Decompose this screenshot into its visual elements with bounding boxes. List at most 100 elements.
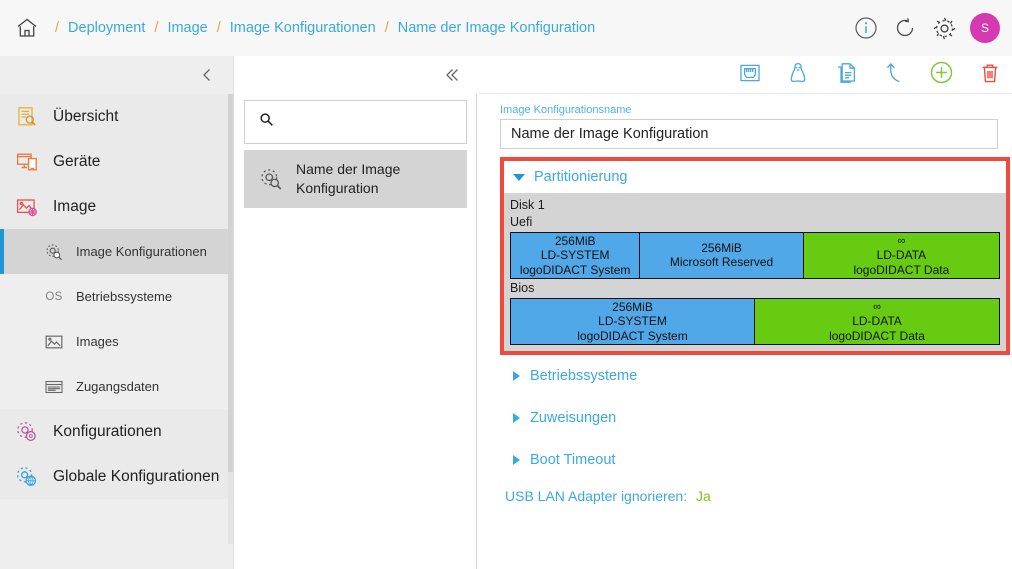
list-panel-body: Name der Image Konfiguration <box>234 94 477 208</box>
config-gear-icon <box>14 419 40 445</box>
sidebar-item-image[interactable]: Image <box>0 184 234 229</box>
devices-monitor-phone-icon <box>14 149 40 175</box>
chevron-right-icon <box>513 371 520 381</box>
partition-size: 256MiB <box>701 241 742 255</box>
sidebar-item-label: Konfigurationen <box>53 422 162 440</box>
partition-description: logoDIDACT Data <box>853 262 950 277</box>
partition-block[interactable]: ∞ LD-DATA logoDIDACT Data <box>755 299 999 344</box>
top-bar: / Deployment / Image / Image Konfigurati… <box>0 0 1012 56</box>
section-boot-timeout[interactable]: Boot Timeout <box>500 439 1000 481</box>
avatar[interactable]: S <box>970 13 1000 43</box>
section-betriebssysteme[interactable]: Betriebssysteme <box>500 355 1000 397</box>
section-zuweisungen[interactable]: Zuweisungen <box>500 397 1000 439</box>
copy-documents-icon[interactable] <box>833 60 858 85</box>
bios-partition-row: 256MiB LD-SYSTEM logoDIDACT System ∞ LD-… <box>510 298 1000 345</box>
partition-name: LD-SYSTEM <box>540 247 610 262</box>
main-panel: Image Konfigurationsname Partitionierung… <box>451 56 1012 569</box>
network-port-icon[interactable] <box>737 60 762 85</box>
linux-penguin-icon[interactable] <box>785 60 810 85</box>
breadcrumb-item-image-konfigurationen[interactable]: Image Konfigurationen <box>228 20 378 36</box>
list-item-label: Name der Image Konfiguration <box>296 161 401 196</box>
sidebar-item-geraete[interactable]: Geräte <box>0 139 234 184</box>
sidebar-header <box>0 56 234 94</box>
global-gear-globe-icon <box>14 464 40 490</box>
disk-area: Disk 1 Uefi 256MiB LD-SYSTEM logoDIDACT … <box>504 193 1006 351</box>
main-body: Image Konfigurationsname Partitionierung… <box>478 94 1012 504</box>
partitionierung-section-header[interactable]: Partitionierung <box>504 161 1006 193</box>
os-text-icon: OS <box>45 290 63 303</box>
sidebar-item-label: Betriebssysteme <box>76 289 173 304</box>
usb-lan-adapter-row: USB LAN Adapter ignorieren: Ja <box>500 488 1000 504</box>
search-box[interactable] <box>244 100 467 144</box>
chevron-right-icon <box>513 413 520 423</box>
partition-block[interactable]: 256MiB LD-SYSTEM logoDIDACT System <box>511 299 755 344</box>
sidebar-item-zugangsdaten[interactable]: Zugangsdaten <box>0 364 234 409</box>
partition-description: logoDIDACT System <box>519 262 631 277</box>
credentials-card-icon <box>44 377 64 397</box>
list-item[interactable]: Name der Image Konfiguration <box>244 150 467 208</box>
home-icon[interactable] <box>10 11 44 45</box>
partition-size: ∞ <box>873 300 881 313</box>
sidebar-item-konfigurationen[interactable]: Konfigurationen <box>0 409 234 454</box>
partition-block[interactable]: 256MiB LD-SYSTEM logoDIDACT System <box>511 233 641 278</box>
breadcrumb-separator-3: / <box>384 20 389 36</box>
sidebar-item-globale-konfigurationen[interactable]: Globale Konfigurationen <box>0 454 234 499</box>
top-bar-actions: S <box>853 0 1000 56</box>
undo-arrow-icon[interactable] <box>881 60 906 85</box>
sidebar-item-image-konfigurationen[interactable]: Image Konfigurationen <box>0 229 234 274</box>
section-title: Boot Timeout <box>530 452 616 468</box>
info-icon[interactable] <box>853 15 879 41</box>
refresh-icon[interactable] <box>892 15 918 41</box>
search-input[interactable] <box>284 113 464 131</box>
sidebar-nav: Übersicht Geräte Image Image Konfigurati… <box>0 94 234 499</box>
sidebar-item-betriebssysteme[interactable]: OS Betriebssysteme <box>0 274 234 319</box>
breadcrumb-item-current[interactable]: Name der Image Konfiguration <box>396 20 597 36</box>
list-panel-header <box>234 56 477 94</box>
partition-block[interactable]: 256MiB Microsoft Reserved <box>640 233 804 278</box>
sidebar-item-label: Image <box>53 197 97 215</box>
trash-icon[interactable] <box>977 60 1002 85</box>
list-panel: Name der Image Konfiguration <box>234 56 477 569</box>
sidebar: Übersicht Geräte Image Image Konfigurati… <box>0 56 234 569</box>
list-panel-divider <box>476 94 477 569</box>
partition-block[interactable]: ∞ LD-DATA logoDIDACT Data <box>803 233 999 278</box>
partition-size: 256MiB <box>554 233 596 248</box>
disk-label: Disk 1 <box>510 198 545 212</box>
usb-lan-adapter-value: Ja <box>696 488 711 504</box>
breadcrumb-item-image[interactable]: Image <box>165 20 209 36</box>
sidebar-item-uebersicht[interactable]: Übersicht <box>0 94 234 139</box>
partition-name: LD-DATA <box>852 313 902 328</box>
sidebar-item-label: Image Konfigurationen <box>76 244 207 259</box>
sidebar-collapse-chevron-left-icon[interactable] <box>196 64 218 86</box>
breadcrumb-item-deployment[interactable]: Deployment <box>66 20 147 36</box>
sidebar-item-label: Geräte <box>53 152 101 170</box>
chevron-down-icon <box>513 173 525 181</box>
image-gear-icon <box>14 194 40 220</box>
sidebar-item-label: Images <box>76 334 119 349</box>
sidebar-item-label: Übersicht <box>53 107 119 125</box>
image-configuration-name-input[interactable] <box>500 119 998 149</box>
back-chevron-left-icon[interactable] <box>444 64 466 86</box>
gear-icon[interactable] <box>931 15 957 41</box>
breadcrumb-separator-0: / <box>55 20 60 36</box>
section-title: Betriebssysteme <box>530 368 638 384</box>
partition-description: logoDIDACT System <box>577 328 688 343</box>
usb-lan-adapter-label: USB LAN Adapter ignorieren: <box>505 488 688 504</box>
sidebar-item-label: Globale Konfigurationen <box>53 467 220 485</box>
main-toolbar-actions <box>737 60 1002 85</box>
partition-name: LD-SYSTEM <box>598 313 667 328</box>
partition-description: logoDIDACT Data <box>829 328 925 343</box>
gear-search-icon <box>44 242 64 262</box>
main-toolbar <box>451 56 1012 94</box>
breadcrumb-separator-1: / <box>154 20 159 36</box>
app-root: / Deployment / Image / Image Konfigurati… <box>0 0 1012 569</box>
name-field-label: Image Konfigurationsname <box>500 104 632 116</box>
partition-description: Microsoft Reserved <box>669 255 774 269</box>
gear-search-icon <box>258 166 284 192</box>
partition-name: LD-DATA <box>876 247 927 262</box>
sidebar-item-images[interactable]: Images <box>0 319 234 364</box>
plus-circle-icon[interactable] <box>929 60 954 85</box>
partitionierung-section-title: Partitionierung <box>534 169 628 185</box>
bios-mode-label: Bios <box>510 281 535 295</box>
breadcrumb-separator-2: / <box>216 20 221 36</box>
